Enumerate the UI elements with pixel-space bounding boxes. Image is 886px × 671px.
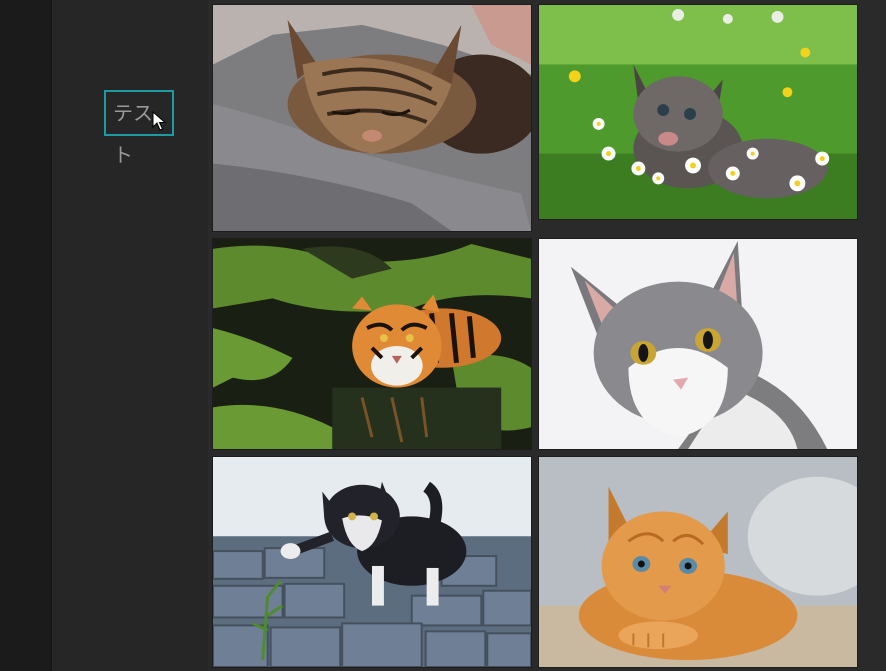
gallery-image-tiger[interactable] xyxy=(212,238,532,450)
gallery-image-sleeping-cat[interactable] xyxy=(212,4,532,232)
left-rail xyxy=(0,0,52,671)
gallery-image-gray-white-cat[interactable] xyxy=(538,238,858,450)
gallery-image-kitten-daisies[interactable] xyxy=(538,4,858,220)
gallery-image-kitten-plant[interactable] xyxy=(212,456,532,668)
test-button[interactable]: テスト xyxy=(104,90,174,167)
gallery-image-orange-kitten[interactable] xyxy=(538,456,858,668)
